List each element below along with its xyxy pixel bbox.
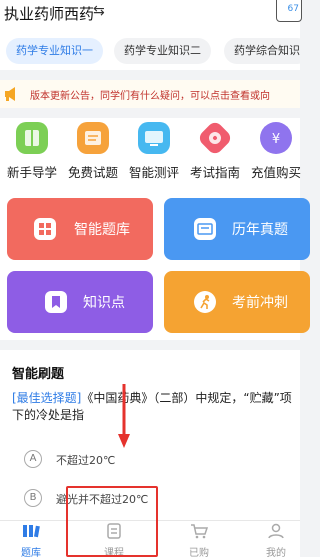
tile-past-papers[interactable]: 历年真题 — [164, 198, 310, 260]
book-icon — [16, 122, 48, 154]
option-a[interactable]: A 不超过20℃ — [24, 450, 284, 470]
nav-item-question-bank[interactable]: 题库 — [1, 523, 61, 557]
monitor-icon — [138, 122, 170, 154]
notice-text: 版本更新公告，同学们有什么疑问，可以点击查看或向 — [30, 91, 270, 102]
exam-paper-icon — [77, 122, 109, 154]
nav-label: 我的 — [266, 548, 286, 557]
quick-link-label: 充值购买 — [250, 165, 301, 180]
tab-subject-1[interactable]: 药学专业知识一 — [6, 38, 103, 64]
speaker-icon — [5, 87, 15, 101]
feature-tiles: 智能题库 历年真题 知识点 考前冲刺 — [0, 190, 310, 340]
nav-item-profile[interactable]: 我的 — [246, 523, 306, 557]
section-title: 智能刷题 — [12, 367, 65, 382]
tile-label: 历年真题 — [232, 222, 288, 238]
card-icon — [194, 218, 216, 240]
notice-bar[interactable]: 版本更新公告，同学们有什么疑问，可以点击查看或向 — [0, 80, 300, 108]
option-text: 不超过20℃ — [56, 454, 116, 467]
grid-icon — [34, 218, 56, 240]
money-bag-icon: ¥ — [260, 122, 292, 154]
option-letter: A — [24, 450, 42, 468]
tab-subject-3[interactable]: 药学综合知识 — [224, 38, 300, 64]
runner-icon — [194, 291, 216, 313]
app-title[interactable]: 执业药师西药 — [4, 3, 94, 24]
nav-item-purchased[interactable]: 已购 — [169, 523, 229, 557]
swap-icon[interactable]: ⇆ — [93, 3, 105, 19]
subject-tabs: 药学专业知识一 药学专业知识二 药学综合知识 — [0, 34, 300, 70]
annotation-arrow-icon — [118, 384, 130, 448]
tile-label: 智能题库 — [74, 222, 130, 238]
bookmark-icon — [45, 291, 67, 313]
compass-icon — [196, 119, 234, 157]
app-header: 执业药师西药 ⇆ 67 — [0, 0, 302, 34]
nav-label: 题库 — [21, 548, 41, 557]
annotation-highlight-box — [66, 486, 158, 557]
nav-label: 已购 — [189, 548, 209, 557]
profile-icon — [268, 523, 284, 539]
question-stem[interactable]: [最佳选择题]《中国药典》（二部）中规定，“贮藏”项下的冷处是指 — [12, 390, 292, 424]
option-letter: B — [24, 489, 42, 507]
question-type: [最佳选择题] — [12, 391, 82, 405]
tile-label: 知识点 — [83, 295, 125, 311]
quick-link-purchase[interactable]: ¥ 充值购买 — [240, 122, 312, 181]
tile-knowledge-points[interactable]: 知识点 — [7, 271, 153, 333]
tile-label: 考前冲刺 — [232, 295, 288, 311]
tab-subject-2[interactable]: 药学专业知识二 — [114, 38, 211, 64]
cart-icon — [191, 524, 209, 539]
calendar-count: 67 — [287, 4, 299, 14]
tile-final-sprint[interactable]: 考前冲刺 — [164, 271, 310, 333]
tile-smart-question-bank[interactable]: 智能题库 — [7, 198, 153, 260]
svg-text:¥: ¥ — [272, 132, 280, 147]
calendar-icon[interactable]: 67 — [276, 0, 302, 22]
quick-links: 新手导学 免费试题 智能测评 考试指南 ¥ 充值购买 — [0, 118, 301, 190]
question-bank-icon — [23, 525, 40, 538]
